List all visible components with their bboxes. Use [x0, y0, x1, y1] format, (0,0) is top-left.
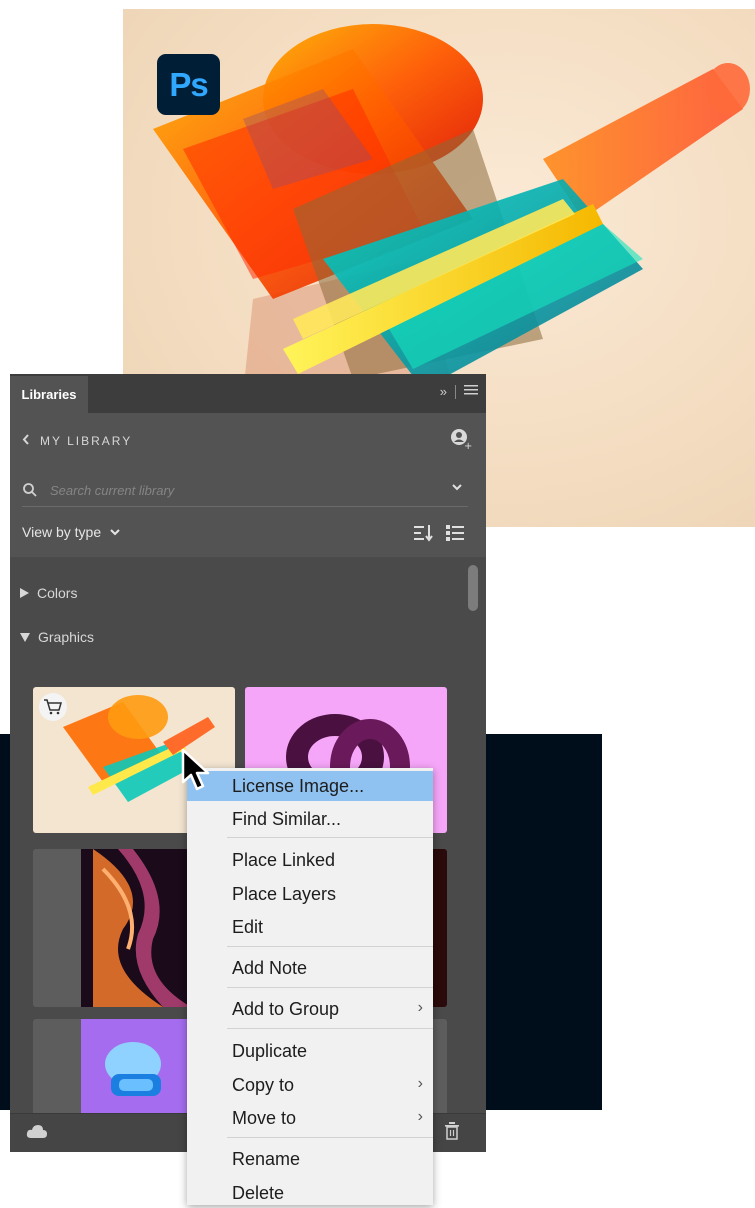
menu-separator	[227, 837, 433, 838]
menu-item-label: Add Note	[232, 957, 308, 978]
section-label: Graphics	[38, 629, 95, 645]
menu-item-label: Rename	[232, 1148, 301, 1169]
library-nav[interactable]: MY LIBRARY	[22, 432, 470, 450]
photoshop-logo: Ps	[157, 54, 220, 115]
panel-menu-icon[interactable]	[464, 384, 478, 399]
menu-item-place-layers[interactable]: Place Layers	[187, 879, 433, 909]
view-by-dropdown[interactable]: View by type	[22, 524, 121, 540]
menu-item-rename[interactable]: Rename	[187, 1144, 433, 1174]
caret-right-icon	[20, 585, 29, 601]
menu-item-label: Add to Group	[232, 998, 340, 1019]
chevron-down-icon	[109, 524, 121, 540]
section-colors[interactable]: Colors	[20, 585, 77, 601]
list-view-icon[interactable]	[446, 524, 464, 547]
menu-item-delete[interactable]: Delete	[187, 1178, 433, 1208]
menu-separator	[227, 946, 433, 947]
trash-icon[interactable]	[444, 1122, 460, 1145]
scrollbar-thumb[interactable]	[468, 565, 478, 611]
view-by-label: View by type	[22, 524, 102, 540]
license-cart-icon[interactable]	[39, 693, 67, 721]
chevron-down-icon[interactable]	[450, 480, 464, 494]
menu-item-edit[interactable]: Edit	[187, 912, 433, 942]
menu-separator	[227, 1028, 433, 1029]
menu-item-place-linked[interactable]: Place Linked	[187, 845, 433, 875]
menu-item-move-to[interactable]: Move to ›	[187, 1103, 433, 1133]
view-options	[414, 524, 464, 547]
chevron-right-icon: ›	[417, 999, 423, 1016]
tab-libraries[interactable]: Libraries	[10, 376, 88, 413]
library-title: MY LIBRARY	[40, 434, 133, 448]
sort-icon[interactable]	[414, 524, 434, 547]
svg-text:+: +	[464, 441, 472, 450]
menu-separator	[227, 987, 433, 988]
mouse-cursor-icon	[181, 748, 213, 796]
menu-item-add-to-group[interactable]: Add to Group ›	[187, 994, 433, 1024]
section-label: Colors	[37, 585, 78, 601]
panel-tools: »	[440, 384, 478, 399]
menu-item-copy-to[interactable]: Copy to ›	[187, 1070, 433, 1100]
menu-item-label: Duplicate	[232, 1040, 308, 1061]
menu-item-label: Find Similar...	[232, 808, 342, 829]
menu-item-label: Delete	[232, 1182, 285, 1203]
menu-item-label: Move to	[232, 1107, 297, 1128]
context-menu: License Image... Find Similar... Place L…	[187, 768, 433, 1205]
chevron-right-icon: ›	[417, 1075, 423, 1092]
menu-item-license-image[interactable]: License Image...	[187, 771, 433, 801]
chevron-right-icon: ›	[417, 1108, 423, 1125]
menu-item-find-similar[interactable]: Find Similar...	[187, 804, 433, 834]
search-bar	[22, 474, 468, 507]
menu-item-label: Place Layers	[232, 883, 337, 904]
menu-item-duplicate[interactable]: Duplicate	[187, 1036, 433, 1066]
menu-item-label: Place Linked	[232, 849, 336, 870]
section-graphics[interactable]: Graphics	[20, 629, 94, 645]
divider	[455, 384, 456, 399]
caret-down-icon	[20, 629, 30, 645]
panel-tab-bar: Libraries »	[10, 374, 486, 413]
add-collaborator-icon[interactable]: +	[450, 428, 472, 452]
menu-separator	[227, 1137, 433, 1138]
chevron-left-icon[interactable]	[22, 434, 30, 448]
cloud-sync-icon[interactable]	[26, 1124, 48, 1145]
menu-item-label: Copy to	[232, 1074, 295, 1095]
collapse-panel-icon[interactable]: »	[440, 384, 447, 399]
menu-item-add-note[interactable]: Add Note	[187, 953, 433, 983]
search-icon	[22, 482, 38, 498]
menu-item-label: License Image...	[232, 775, 365, 796]
search-input[interactable]	[48, 481, 432, 499]
menu-item-label: Edit	[232, 916, 264, 937]
